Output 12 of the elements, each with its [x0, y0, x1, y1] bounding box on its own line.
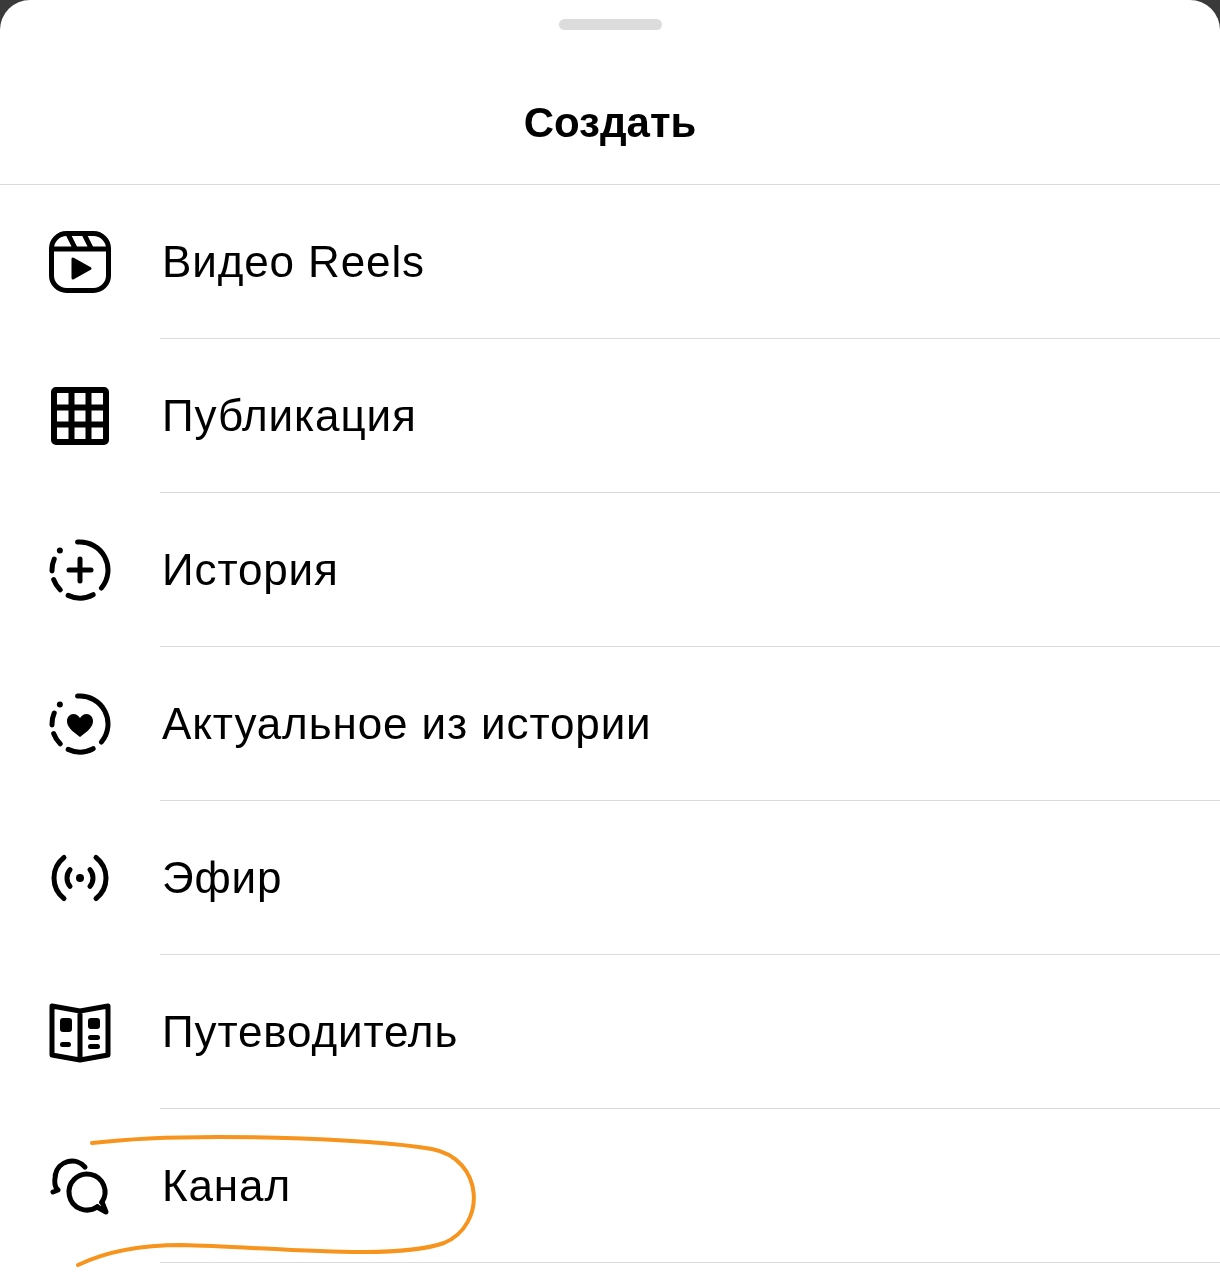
dashed-circle-heart-icon — [48, 691, 112, 756]
menu-item[interactable]: Путеводитель — [0, 955, 1220, 1108]
sheet-title: Создать — [523, 99, 697, 147]
menu-item[interactable]: Актуальное из истории — [0, 647, 1220, 800]
menu-item[interactable]: Видео Reels — [0, 185, 1220, 338]
menu-item[interactable]: История — [0, 493, 1220, 646]
menu-item[interactable]: Публикация — [0, 339, 1220, 492]
menu-item[interactable]: Эфир — [0, 801, 1220, 954]
dashed-circle-plus-icon — [48, 537, 112, 602]
clapperboard-play-icon — [48, 229, 112, 294]
menu-item[interactable]: Канал — [0, 1109, 1220, 1262]
drag-handle[interactable] — [558, 19, 662, 30]
